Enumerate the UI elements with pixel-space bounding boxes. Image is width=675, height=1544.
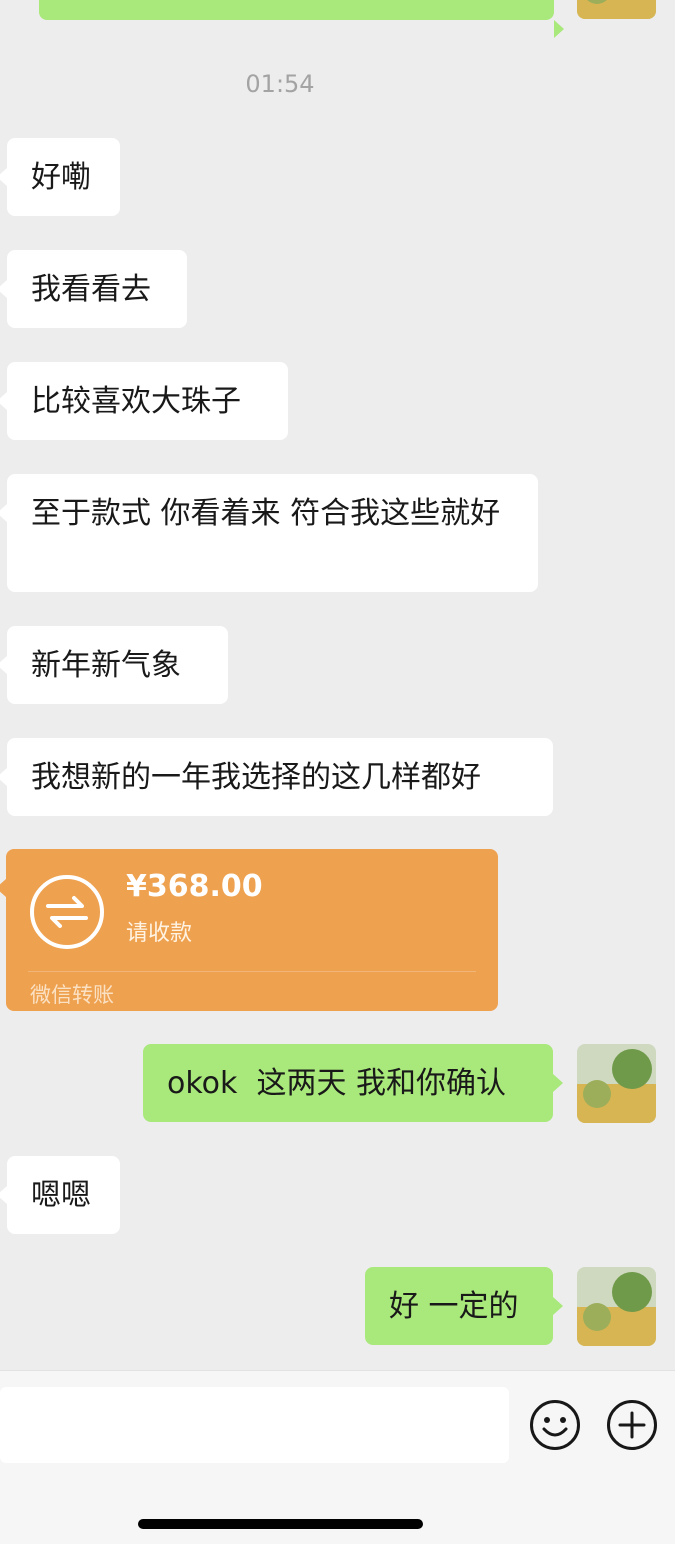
message-text: 至于款式 你看着来 符合我这些就好 xyxy=(31,496,501,531)
input-bar xyxy=(0,1370,675,1544)
home-indicator xyxy=(138,1519,423,1529)
message-text: 好 一定的 xyxy=(389,1289,519,1324)
plus-icon[interactable] xyxy=(606,1399,658,1451)
transfer-footer: 微信转账 xyxy=(30,983,114,1007)
avatar[interactable] xyxy=(577,1044,656,1123)
timestamp: 01:54 xyxy=(245,70,315,98)
outgoing-message-partial[interactable] xyxy=(39,0,564,38)
divider xyxy=(28,971,476,972)
transfer-arrows-icon xyxy=(30,875,104,949)
message-input[interactable] xyxy=(0,1387,509,1463)
message-text: 比较喜欢大珠子 xyxy=(31,384,241,419)
transfer-status: 请收款 xyxy=(126,921,193,946)
message-bubble[interactable]: 至于款式 你看着来 符合我这些就好 xyxy=(0,474,538,592)
message-bubble[interactable]: 我看看去 xyxy=(0,250,187,328)
message-bubble-outgoing[interactable]: 好 一定的 xyxy=(365,1267,563,1345)
transfer-amount: ¥368.00 xyxy=(126,869,263,904)
transfer-card[interactable]: ¥368.00 请收款 微信转账 xyxy=(0,849,498,1011)
message-bubble-outgoing[interactable]: okok 这两天 我和你确认 xyxy=(143,1044,563,1122)
avatar[interactable] xyxy=(577,0,656,19)
avatar[interactable] xyxy=(577,1267,656,1346)
message-text: 我看看去 xyxy=(31,272,151,307)
message-bubble[interactable]: 我想新的一年我选择的这几样都好 xyxy=(0,738,553,816)
message-bubble[interactable]: 好嘞 xyxy=(0,138,120,216)
message-text: okok 这两天 我和你确认 xyxy=(167,1066,506,1101)
message-text: 新年新气象 xyxy=(31,648,181,683)
message-bubble[interactable]: 嗯嗯 xyxy=(0,1156,120,1234)
message-text: 好嘞 xyxy=(31,160,91,195)
emoji-icon[interactable] xyxy=(529,1399,581,1451)
message-bubble[interactable]: 新年新气象 xyxy=(0,626,228,704)
message-text: 嗯嗯 xyxy=(31,1178,91,1213)
message-bubble[interactable]: 比较喜欢大珠子 xyxy=(0,362,288,440)
message-text: 我想新的一年我选择的这几样都好 xyxy=(31,760,481,795)
